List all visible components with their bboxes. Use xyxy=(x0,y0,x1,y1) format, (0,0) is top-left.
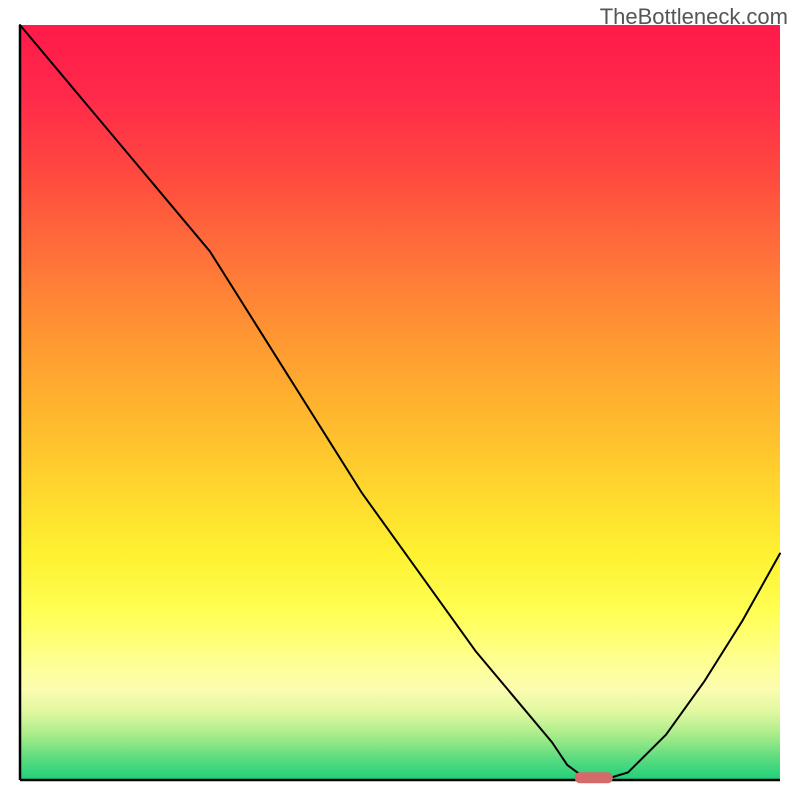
optimal-marker xyxy=(575,772,613,783)
bottleneck-chart xyxy=(0,0,800,800)
chart-background xyxy=(20,25,780,780)
watermark-label: TheBottleneck.com xyxy=(600,4,788,30)
